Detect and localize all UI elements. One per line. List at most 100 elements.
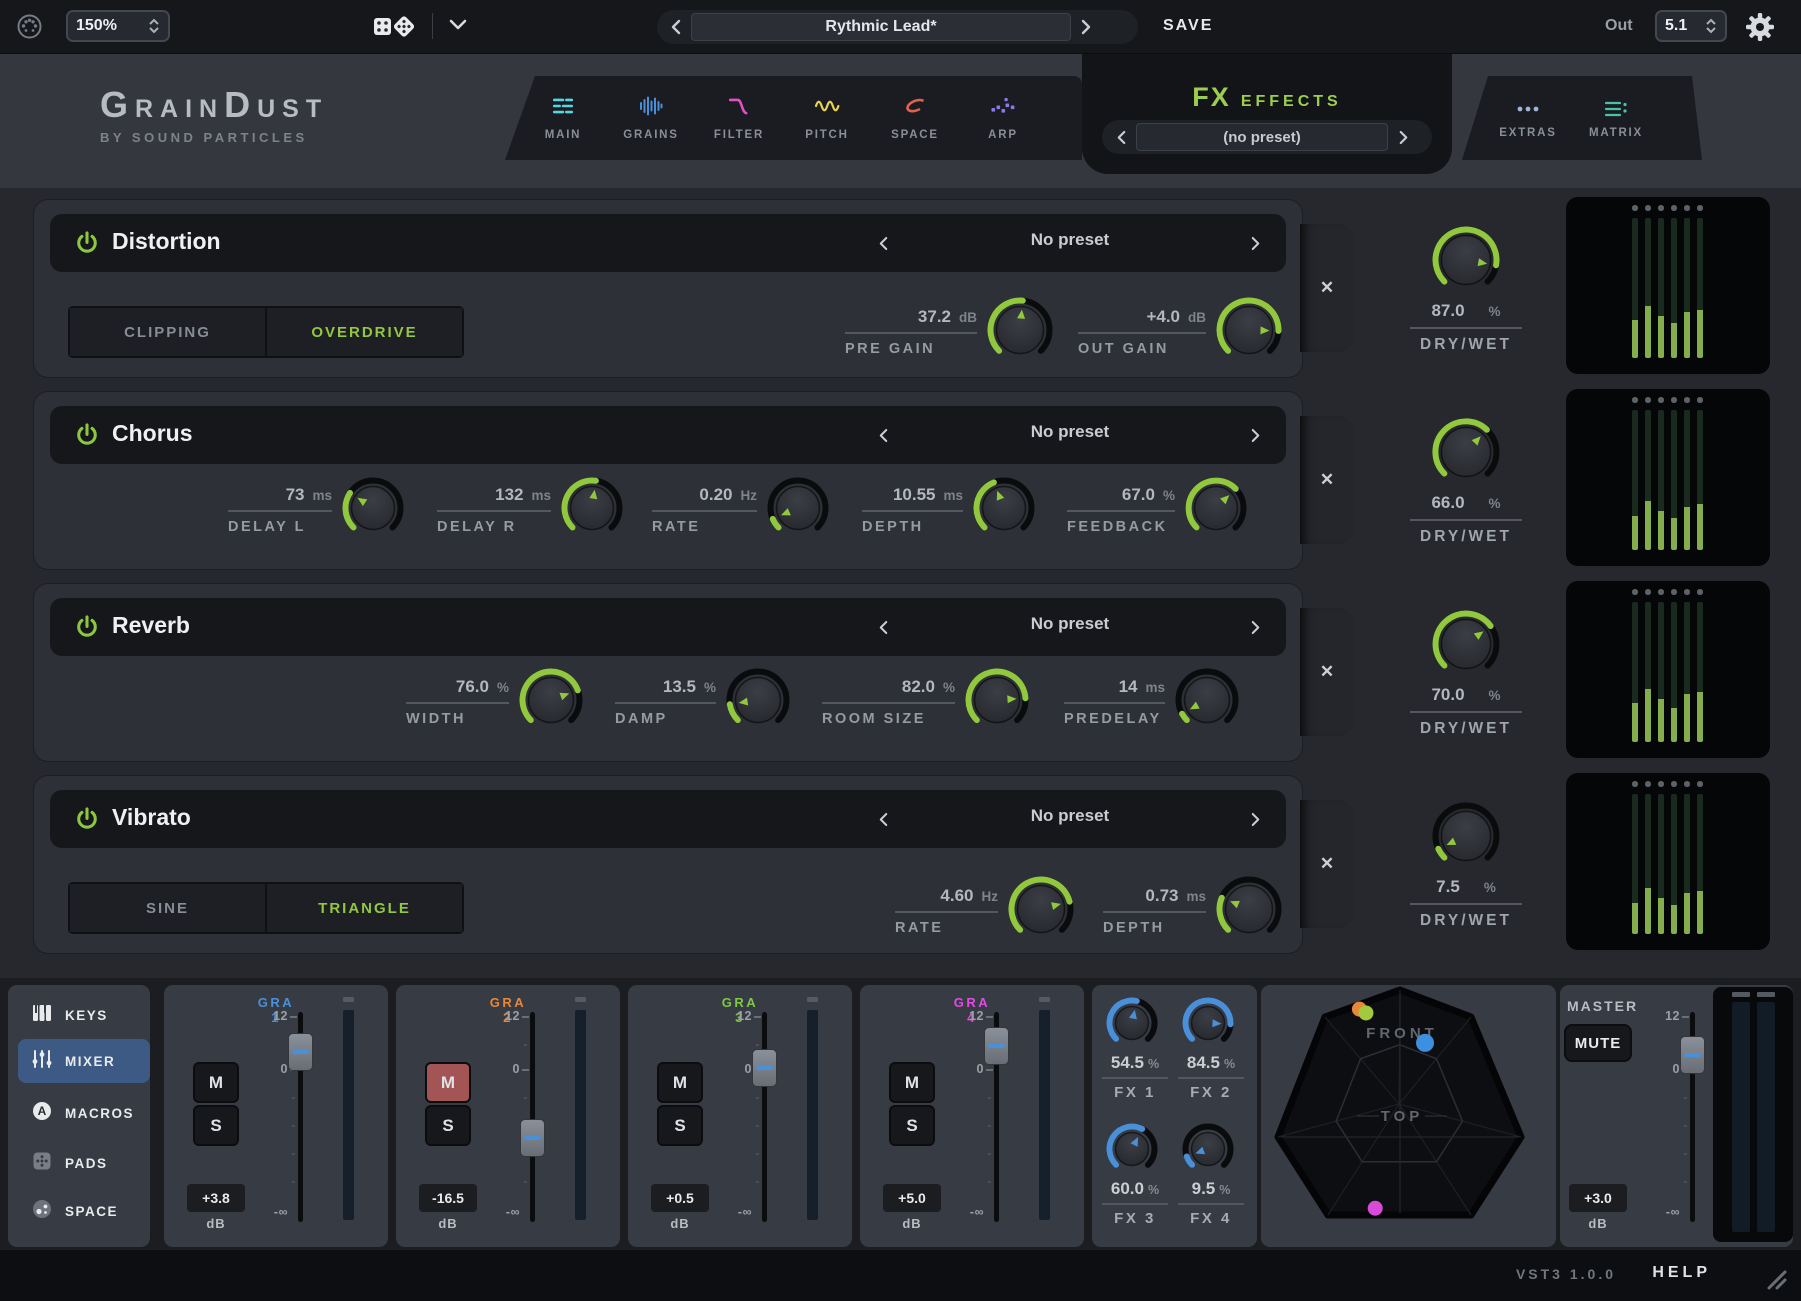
mute-button[interactable]: M [193, 1062, 239, 1103]
param-knob[interactable] [1185, 477, 1247, 544]
midi-icon[interactable] [16, 13, 43, 45]
fx-send-knob[interactable] [1106, 997, 1158, 1054]
preset-next-button[interactable] [1071, 14, 1101, 40]
power-icon[interactable] [74, 230, 100, 261]
fx-preset-next-button[interactable] [1388, 124, 1418, 150]
gain-value[interactable]: -16.5 [419, 1184, 477, 1212]
module-preset-next-button[interactable] [1242, 808, 1268, 830]
surround-panner[interactable]: FRONTTOP [1261, 985, 1556, 1247]
solo-button[interactable]: S [193, 1105, 239, 1146]
tab-main[interactable]: MAIN [519, 76, 607, 160]
fader-handle[interactable] [520, 1119, 545, 1157]
toggle-option[interactable]: OVERDRIVE [267, 308, 462, 356]
randomize-dice-icon[interactable] [372, 13, 418, 46]
param-knob[interactable] [1175, 668, 1239, 737]
fx-preset-name-field[interactable]: (no preset) [1136, 123, 1388, 151]
module-preset-name[interactable]: No preset [950, 422, 1190, 442]
power-icon[interactable] [74, 422, 100, 453]
sidebar-item-keys[interactable]: KEYS [18, 993, 150, 1037]
master-gain-value[interactable]: +3.0 [1569, 1184, 1627, 1212]
module-close-button[interactable]: ✕ [1320, 470, 1334, 490]
module-preset-next-button[interactable] [1242, 232, 1268, 254]
fader-handle[interactable] [288, 1033, 313, 1071]
module-preset-name[interactable]: No preset [950, 230, 1190, 250]
tab-filter[interactable]: FILTER [695, 76, 783, 160]
param-knob[interactable] [1216, 876, 1282, 947]
fx-preset-prev-button[interactable] [1106, 124, 1136, 150]
save-button[interactable]: SAVE [1163, 17, 1213, 35]
gain-value[interactable]: +5.0 [883, 1184, 941, 1212]
module-close-button[interactable]: ✕ [1320, 278, 1334, 298]
tab-grains[interactable]: GRAINS [607, 76, 695, 160]
param-knob[interactable] [767, 477, 829, 544]
module-close-button[interactable]: ✕ [1320, 662, 1334, 682]
power-icon[interactable] [74, 614, 100, 645]
channel-fader[interactable] [530, 1012, 535, 1222]
param-knob[interactable] [519, 668, 583, 737]
gain-value[interactable]: +3.8 [187, 1184, 245, 1212]
mute-button[interactable]: M [425, 1062, 471, 1103]
sidebar-item-mixer[interactable]: MIXER [18, 1039, 150, 1083]
fader-handle[interactable] [752, 1049, 777, 1087]
module-preset-next-button[interactable] [1242, 616, 1268, 638]
dry-wet-knob[interactable] [1432, 665, 1500, 682]
module-preset-name[interactable]: No preset [950, 614, 1190, 634]
fader-handle[interactable] [984, 1027, 1009, 1065]
preset-prev-button[interactable] [661, 14, 691, 40]
panner-dot[interactable] [1416, 1034, 1434, 1052]
param-knob[interactable] [987, 297, 1053, 368]
dry-wet-value-row: 7.5% [1408, 877, 1524, 897]
module-preset-prev-button[interactable] [870, 808, 896, 830]
param-knob[interactable] [561, 477, 623, 544]
channel-fader[interactable] [762, 1012, 767, 1222]
fx-send-knob[interactable] [1106, 1123, 1158, 1180]
sidebar-item-pads[interactable]: PADS [18, 1141, 150, 1185]
tab-space[interactable]: SPACE [871, 76, 959, 160]
master-mute-button[interactable]: MUTE [1564, 1024, 1632, 1062]
preset-name-field[interactable]: Rythmic Lead* [691, 13, 1071, 41]
tab-matrix[interactable]: MATRIX [1572, 76, 1660, 160]
dry-wet-knob[interactable] [1432, 281, 1500, 298]
tab-extras[interactable]: EXTRAS [1484, 76, 1572, 160]
toggle-option[interactable]: SINE [70, 884, 265, 932]
param-knob[interactable] [342, 477, 404, 544]
fx-send-knob[interactable] [1182, 997, 1234, 1054]
panner-dot[interactable] [1358, 1005, 1373, 1020]
solo-button[interactable]: S [425, 1105, 471, 1146]
zoom-level-select[interactable]: 150% [66, 10, 170, 42]
module-preset-prev-button[interactable] [870, 232, 896, 254]
param-knob[interactable] [1008, 876, 1074, 947]
param-knob[interactable] [965, 668, 1029, 737]
toggle-option[interactable]: CLIPPING [70, 308, 265, 356]
param-knob[interactable] [1216, 297, 1282, 368]
meter-dot [1645, 397, 1651, 403]
tab-arp[interactable]: ARP [959, 76, 1047, 160]
dry-wet-knob[interactable] [1432, 857, 1500, 874]
power-icon[interactable] [74, 806, 100, 837]
mute-button[interactable]: M [889, 1062, 935, 1103]
chevron-down-icon[interactable] [448, 18, 468, 37]
dry-wet-knob[interactable] [1432, 473, 1500, 490]
toggle-option[interactable]: TRIANGLE [267, 884, 462, 932]
resize-handle-icon[interactable] [1761, 1264, 1787, 1295]
module-preset-prev-button[interactable] [870, 616, 896, 638]
panner-dot[interactable] [1368, 1201, 1383, 1216]
tab-pitch[interactable]: PITCH [783, 76, 871, 160]
param-knob[interactable] [726, 668, 790, 737]
solo-button[interactable]: S [889, 1105, 935, 1146]
sidebar-item-space[interactable]: SPACE [18, 1189, 150, 1233]
param-knob[interactable] [973, 477, 1035, 544]
module-preset-name[interactable]: No preset [950, 806, 1190, 826]
fader-handle[interactable] [1680, 1036, 1705, 1074]
module-preset-prev-button[interactable] [870, 424, 896, 446]
module-close-button[interactable]: ✕ [1320, 854, 1334, 874]
module-preset-next-button[interactable] [1242, 424, 1268, 446]
output-channel-select[interactable]: 5.1 [1655, 10, 1727, 42]
mute-button[interactable]: M [657, 1062, 703, 1103]
sidebar-item-macros[interactable]: AMACROS [18, 1091, 150, 1135]
solo-button[interactable]: S [657, 1105, 703, 1146]
settings-gear-icon[interactable] [1745, 12, 1775, 47]
help-button[interactable]: HELP [1652, 1264, 1711, 1282]
gain-value[interactable]: +0.5 [651, 1184, 709, 1212]
fx-send-knob[interactable] [1182, 1123, 1234, 1180]
